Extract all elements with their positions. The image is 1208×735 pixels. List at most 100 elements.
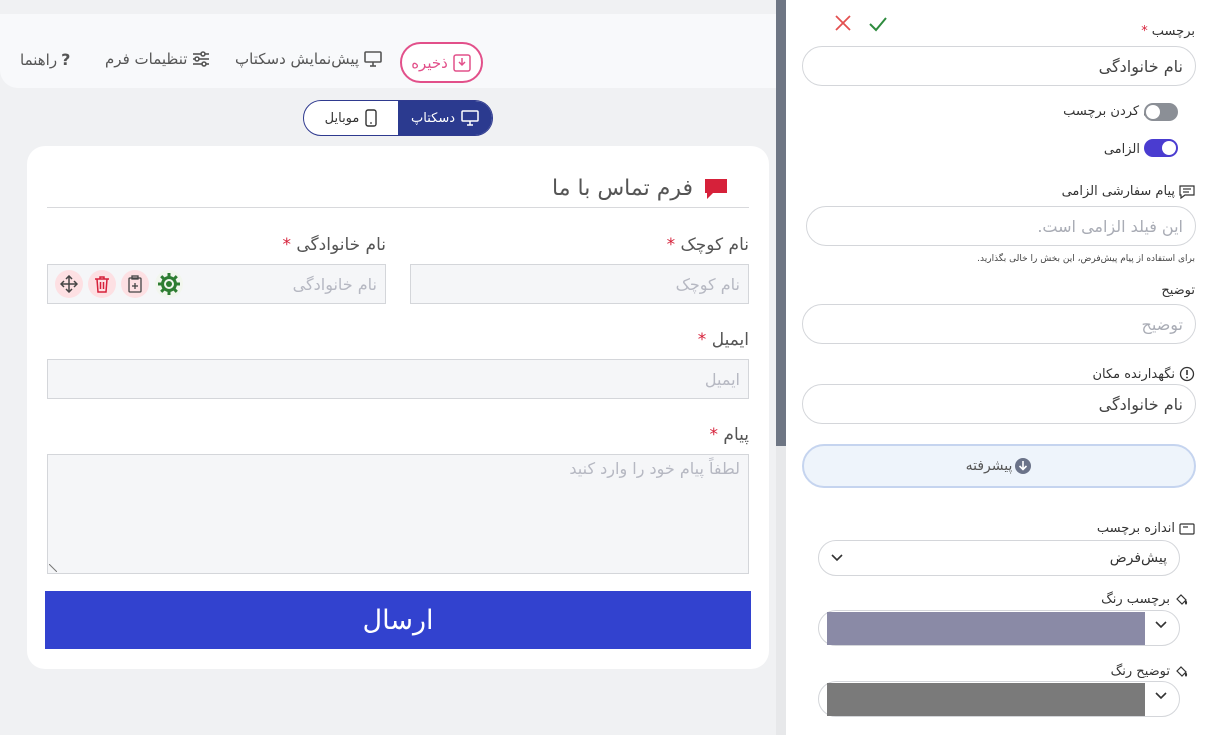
message-label: پیام * (710, 425, 749, 445)
label-title: برچسب * (1141, 24, 1195, 39)
label-color-title-text: برچسب رنگ (1101, 592, 1170, 607)
custom-required-input[interactable]: این فیلد الزامی است. (806, 206, 1196, 246)
scrollbar-thumb[interactable] (776, 0, 786, 446)
chevron-down-icon (1155, 692, 1167, 700)
first-name-placeholder: نام کوچک (675, 274, 740, 294)
monitor-icon (461, 110, 479, 126)
duplicate-button[interactable] (121, 270, 149, 298)
email-label: ایمیل * (698, 330, 749, 350)
description-title: توضیح (1161, 283, 1195, 298)
message-label-text: پیام (723, 425, 749, 445)
first-name-label: نام کوچک * (667, 235, 749, 255)
paint-bucket-icon (1174, 593, 1188, 607)
placeholder-title: نگهدارنده مکان (1092, 366, 1195, 382)
close-icon (834, 14, 852, 32)
first-name-input[interactable]: نام کوچک (410, 264, 749, 304)
label-color-select[interactable] (818, 610, 1180, 646)
clipboard-icon (127, 275, 143, 293)
move-arrows-icon (60, 275, 78, 293)
desktop-preview-button[interactable]: پیش‌نمایش دسکتاپ (235, 50, 383, 68)
label-color-swatch (827, 612, 1145, 645)
close-button[interactable] (834, 14, 852, 32)
info-icon[interactable] (1179, 366, 1195, 382)
custom-required-placeholder: این فیلد الزامی است. (1037, 216, 1183, 236)
label-size-value: پیش‌فرض (1109, 550, 1167, 566)
check-icon (868, 15, 888, 33)
mobile-view-button[interactable]: موبایل (304, 101, 398, 135)
form-preview-card: فرم تماس با ما نام کوچک * نام کوچک نام خ… (27, 146, 769, 669)
label-input[interactable]: نام خانوادگی (802, 46, 1196, 86)
toggle-knob (1146, 105, 1160, 119)
label-title-text: برچسب (1151, 24, 1195, 39)
advanced-label: پیشرفته (965, 458, 1013, 474)
mobile-view-label: موبایل (324, 110, 360, 126)
resize-handle-icon[interactable] (49, 564, 57, 572)
required-text: الزامی (1103, 142, 1140, 157)
last-name-label: نام خانوادگی * (282, 235, 386, 255)
email-placeholder: ایمیل (704, 369, 740, 389)
desktop-preview-label: پیش‌نمایش دسکتاپ (235, 50, 360, 68)
move-button[interactable] (55, 270, 83, 298)
first-name-label-text: نام کوچک (680, 235, 749, 255)
download-icon (452, 53, 472, 73)
monitor-icon (363, 50, 383, 68)
save-button[interactable]: ذخیره (400, 42, 483, 83)
field-settings-button[interactable] (155, 270, 183, 298)
confirm-button[interactable] (868, 15, 888, 33)
desktop-view-button[interactable]: دسکتاپ (398, 101, 492, 135)
gear-icon (157, 272, 181, 296)
placeholder-input[interactable]: نام خانوادگی (802, 384, 1196, 424)
last-name-label-text: نام خانوادگی (296, 235, 386, 255)
form-settings-label: تنظیمات فرم (105, 50, 188, 68)
chat-bubble-icon (703, 177, 729, 201)
label-input-value: نام خانوادگی (1098, 56, 1183, 76)
title-divider (47, 207, 749, 208)
field-settings-panel: برچسب * نام خانوادگی مخفی کردن برچسب الز… (786, 0, 1208, 735)
sliders-icon (191, 50, 211, 68)
description-placeholder: توضیح (1141, 314, 1183, 334)
message-textarea[interactable]: لطفاً پیام خود را وارد کنید (47, 454, 749, 574)
desc-color-select[interactable] (818, 681, 1180, 717)
hide-label-toggle[interactable] (1144, 103, 1178, 121)
view-toggle: موبایل دسکتاپ (303, 100, 493, 136)
message-icon (1179, 184, 1195, 199)
label-size-select[interactable]: پیش‌فرض (818, 540, 1180, 576)
chevron-down-icon (1155, 621, 1167, 629)
email-label-text: ایمیل (711, 330, 749, 350)
chevron-down-icon (831, 554, 843, 562)
required-mark: * (697, 330, 707, 350)
form-settings-button[interactable]: تنظیمات فرم (105, 50, 211, 68)
paint-bucket-icon (1174, 665, 1188, 679)
desc-color-title: توضیح رنگ (1111, 664, 1188, 679)
required-toggle[interactable] (1144, 139, 1178, 157)
custom-required-title-text: پیام سفارشی الزامی (1061, 184, 1175, 199)
label-size-icon (1179, 522, 1195, 536)
placeholder-title-text: نگهدارنده مکان (1092, 366, 1175, 382)
top-toolbar: ? راهنما تنظیمات فرم پیش‌نمایش دسکتاپ ذخ… (0, 14, 776, 88)
custom-required-hint: برای استفاده از پیام پیش‌فرض، این بخش را… (977, 254, 1195, 264)
placeholder-input-value: نام خانوادگی (1098, 394, 1183, 414)
desc-color-swatch (827, 683, 1145, 716)
advanced-button[interactable]: پیشرفته (802, 444, 1196, 488)
last-name-placeholder: نام خانوادگی (292, 274, 377, 294)
required-mark: * (282, 235, 291, 255)
trash-icon (94, 275, 110, 293)
required-mark: * (666, 235, 676, 255)
label-size-title: اندازه برچسب (1097, 521, 1195, 536)
email-input[interactable]: ایمیل (47, 359, 749, 399)
delete-button[interactable] (88, 270, 116, 298)
form-title: فرم تماس با ما (552, 176, 729, 201)
question-icon: ? (61, 50, 71, 69)
required-mark: * (709, 425, 719, 445)
description-input[interactable]: توضیح (802, 304, 1196, 344)
help-label: راهنما (20, 50, 58, 69)
help-link[interactable]: ? راهنما (20, 50, 70, 69)
desc-color-title-text: توضیح رنگ (1110, 664, 1170, 679)
submit-button[interactable]: ارسال (45, 591, 751, 649)
label-size-title-text: اندازه برچسب (1096, 521, 1175, 536)
label-color-title: برچسب رنگ (1101, 592, 1188, 607)
toggle-knob (1162, 141, 1176, 155)
save-label: ذخیره (411, 53, 448, 72)
custom-required-title: پیام سفارشی الزامی (1062, 184, 1195, 199)
message-placeholder: لطفاً پیام خود را وارد کنید (569, 459, 740, 478)
